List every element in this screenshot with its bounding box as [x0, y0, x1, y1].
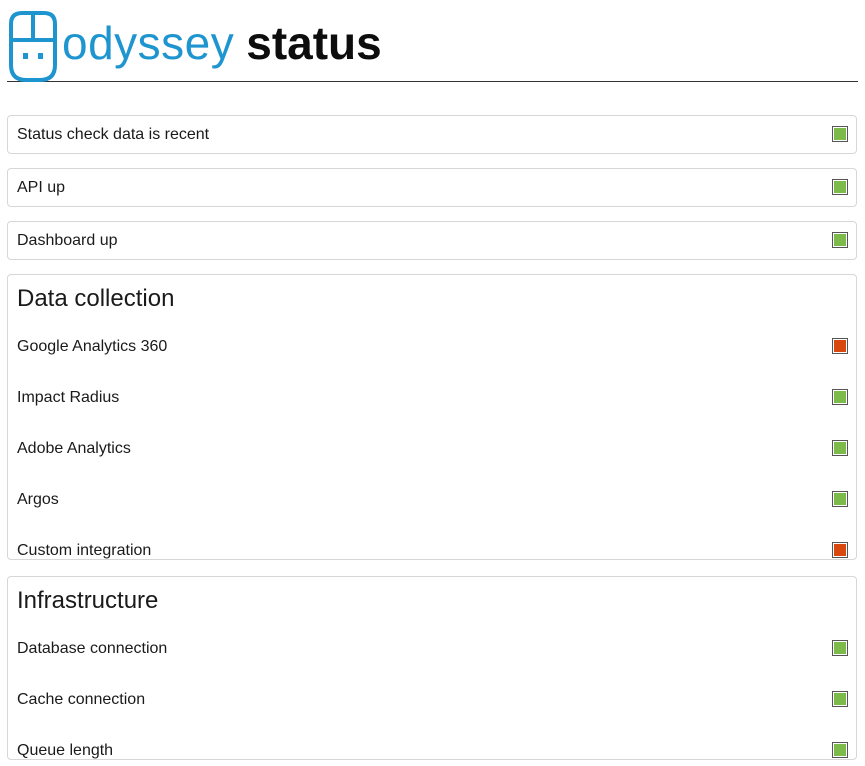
status-indicator: [832, 640, 848, 656]
status-check-label: Impact Radius: [17, 389, 120, 406]
status-indicator: [832, 542, 848, 558]
status-indicator: [832, 691, 848, 707]
status-check-label: Status check data is recent: [17, 126, 210, 143]
status-check-label: Adobe Analytics: [17, 440, 131, 457]
data-collection-group: Data collection Google Analytics 360 Imp…: [7, 274, 857, 560]
brand-suffix: status: [246, 17, 382, 69]
status-check-card: Dashboard up: [7, 221, 857, 260]
group-title: Infrastructure: [17, 587, 159, 614]
group-title: Data collection: [17, 285, 175, 312]
status-indicator: [832, 389, 848, 405]
group-item: Argos: [8, 474, 856, 525]
status-check-card: Status check data is recent: [7, 115, 857, 154]
group-item: Database connection: [8, 623, 856, 674]
group-item: Queue length: [8, 725, 856, 766]
status-check-row: Dashboard up: [8, 222, 856, 259]
group-item: Custom integration: [8, 525, 856, 576]
status-check-row: API up: [8, 169, 856, 206]
brand-name: odyssey: [62, 17, 235, 69]
status-indicator: [832, 491, 848, 507]
status-check-label: Google Analytics 360: [17, 338, 168, 355]
status-check-row: Status check data is recent: [8, 116, 856, 153]
odyssey-face-icon: [9, 11, 57, 82]
status-check-label: Queue length: [17, 742, 114, 759]
status-indicator: [832, 126, 848, 142]
status-indicator: [832, 232, 848, 248]
status-indicator: [832, 338, 848, 354]
status-indicator: [832, 179, 848, 195]
status-check-label: API up: [17, 179, 66, 196]
group-item: Impact Radius: [8, 372, 856, 423]
status-check-label: Custom integration: [17, 542, 152, 559]
group-item: Adobe Analytics: [8, 423, 856, 474]
brand-wordmark: odyssey status: [62, 18, 382, 68]
status-indicator: [832, 440, 848, 456]
status-indicator: [832, 742, 848, 758]
status-check-label: Dashboard up: [17, 232, 118, 249]
status-check-label: Cache connection: [17, 691, 146, 708]
group-item: Google Analytics 360: [8, 321, 856, 372]
infrastructure-group: Infrastructure Database connection Cache…: [7, 576, 857, 760]
status-check-label: Argos: [17, 491, 59, 508]
status-check-label: Database connection: [17, 640, 168, 657]
status-check-card: API up: [7, 168, 857, 207]
page-header: odyssey status: [7, 8, 858, 82]
group-item: Cache connection: [8, 674, 856, 725]
